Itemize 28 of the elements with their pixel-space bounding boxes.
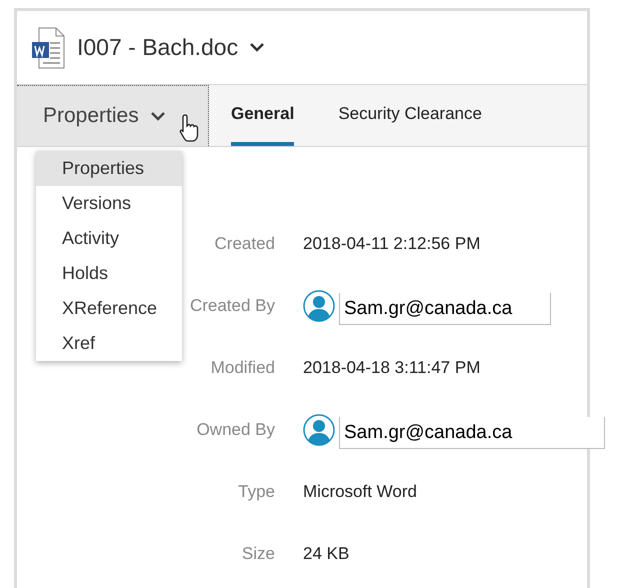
field-value: 24 KB bbox=[303, 543, 350, 566]
field-value: Microsoft Word bbox=[303, 481, 417, 504]
word-document-icon bbox=[31, 26, 65, 68]
menu-item[interactable]: Versions bbox=[36, 186, 182, 221]
field-label: Owned By bbox=[196, 419, 275, 442]
user-avatar-icon bbox=[303, 290, 335, 322]
tab[interactable]: Security Clearance bbox=[338, 85, 482, 146]
document-title-dropdown[interactable]: I007 - Bach.doc bbox=[77, 30, 264, 65]
tab[interactable]: General bbox=[231, 85, 294, 146]
field-label: Type bbox=[238, 481, 275, 504]
email-field[interactable]: Sam.gr@canada.ca bbox=[339, 293, 551, 325]
field-value: 2018-04-18 3:11:47 PM bbox=[303, 357, 480, 380]
field-label: Created bbox=[214, 233, 275, 256]
menu-item[interactable]: Holds bbox=[36, 256, 182, 291]
menu-item[interactable]: XReference bbox=[36, 291, 182, 326]
email-field[interactable]: Sam.gr@canada.ca bbox=[339, 417, 605, 449]
field-label: Size bbox=[242, 543, 275, 566]
menu-item[interactable]: Xref bbox=[36, 326, 182, 361]
field-value: 2018-04-11 2:12:56 PM bbox=[303, 233, 480, 256]
field-label: Created By bbox=[190, 295, 275, 318]
hand-cursor-icon bbox=[179, 113, 201, 143]
menu-item[interactable]: Properties bbox=[36, 151, 182, 186]
user-avatar-icon bbox=[303, 414, 335, 446]
chevron-down-icon bbox=[150, 112, 165, 120]
chevron-down-icon bbox=[250, 43, 264, 52]
menu-item[interactable]: Activity bbox=[36, 221, 182, 256]
view-dropdown[interactable]: Properties bbox=[17, 85, 209, 146]
field-label: Modified bbox=[210, 357, 275, 380]
